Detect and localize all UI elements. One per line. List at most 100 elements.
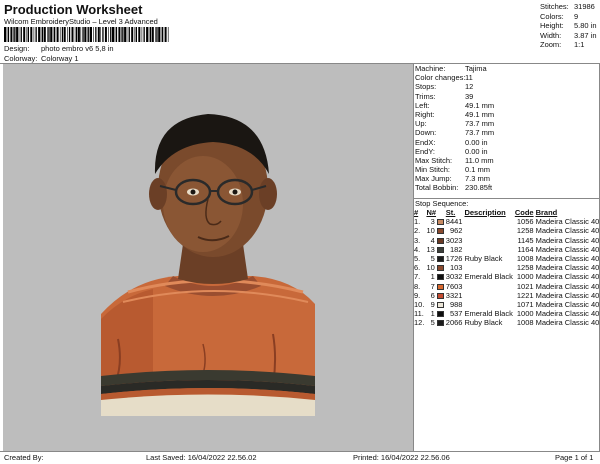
- stat-row: Zoom: 1:1: [540, 40, 600, 50]
- table-row: 4. 13 182 1164 Madeira Classic 40: [413, 245, 600, 254]
- info-value: 39: [465, 91, 474, 101]
- column-header: Code: [514, 208, 534, 217]
- stitch-count: 1726: [445, 254, 463, 264]
- thread-code: 1000: [516, 309, 534, 319]
- stop-number: 2.: [414, 226, 421, 236]
- stitch-count: 182: [449, 244, 463, 254]
- info-value: 73.7 mm: [465, 119, 495, 129]
- thread-description: Ruby Black: [464, 254, 503, 264]
- stop-number: 3.: [414, 235, 421, 245]
- thread-description: Emerald Black: [464, 272, 513, 282]
- table-row: 8. 7 7603 1021 Madeira Classic 40: [413, 282, 600, 291]
- needle-number: 10: [426, 226, 435, 236]
- thread-brand: Madeira Classic 40: [535, 263, 600, 273]
- stop-number: 1.: [414, 217, 421, 227]
- color-swatch: [436, 236, 445, 245]
- needle-number: 5: [430, 318, 435, 328]
- info-label: Up:: [415, 119, 427, 129]
- barcode-image: [4, 27, 169, 42]
- design-row: Design: photo embro v6 5,8 in: [4, 44, 304, 54]
- stat-value: 1:1: [574, 40, 585, 49]
- stop-number: 10.: [414, 300, 425, 310]
- info-value: 49.1 mm: [465, 109, 495, 119]
- info-label: Color changes:: [415, 73, 466, 83]
- thread-code: 1221: [516, 290, 534, 300]
- thread-code: 1008: [516, 318, 534, 328]
- table-row: 3. 4 3023 1145 Madeira Classic 40: [413, 236, 600, 245]
- info-value: Tajima: [465, 64, 487, 73]
- thread-brand: Madeira Classic 40: [535, 318, 600, 328]
- info-value: 11: [465, 73, 473, 83]
- thread-code: 1258: [516, 263, 534, 273]
- stat-label: Stitches:: [540, 2, 569, 11]
- stop-number: 4.: [414, 244, 421, 254]
- machine-info: Machine: Tajima Color changes: 11 Stops: 12 Tr…: [415, 64, 599, 193]
- needle-number: 4: [430, 235, 435, 245]
- thread-code: 1008: [516, 254, 534, 264]
- stop-number: 7.: [414, 272, 421, 282]
- column-header: Description: [464, 208, 506, 217]
- color-swatch: [436, 263, 445, 272]
- thread-brand: Madeira Classic 40: [535, 300, 600, 310]
- machine-info-row: Trims: 39: [415, 92, 599, 101]
- thread-code: 1258: [516, 226, 534, 236]
- machine-info-row: Down: 73.7 mm: [415, 128, 599, 137]
- thread-description: Emerald Black: [464, 309, 513, 319]
- table-row: 12. 5 2066 Ruby Black 1008 Madeira Classic 40: [413, 318, 600, 327]
- thread-brand: Madeira Classic 40: [535, 226, 600, 236]
- info-label: Down:: [415, 128, 437, 138]
- needle-number: 1: [430, 309, 435, 319]
- stat-row: Stitches: 31986: [540, 2, 600, 12]
- machine-info-row: Right: 49.1 mm: [415, 110, 599, 119]
- table-row: 9. 6 3321 1221 Madeira Classic 40: [413, 291, 600, 300]
- design-preview: [3, 64, 413, 451]
- stat-row: Height: 5.80 in: [540, 21, 600, 31]
- stat-label: Zoom:: [540, 40, 562, 49]
- stitch-count: 3321: [445, 290, 463, 300]
- machine-info-row: Up: 73.7 mm: [415, 119, 599, 128]
- color-swatch: [436, 254, 445, 263]
- thread-description: [463, 300, 513, 309]
- machine-info-row: EndX: 0.00 in: [415, 138, 599, 147]
- thread-description: Ruby Black: [464, 318, 503, 328]
- table-row: 5. 5 1726 Ruby Black 1008 Madeira Classic 40: [413, 254, 600, 263]
- created-by: Created By:: [4, 453, 44, 462]
- stitch-count: 8441: [445, 217, 463, 227]
- stop-number: 11.: [414, 309, 424, 319]
- design-label: Design:: [4, 44, 30, 53]
- stitch-count: 3032: [445, 272, 463, 282]
- info-value: 49.1 mm: [465, 100, 495, 110]
- machine-info-row: Left: 49.1 mm: [415, 101, 599, 110]
- color-swatch: [436, 226, 445, 235]
- machine-info-row: Total Bobbin: 230.85ft: [415, 183, 599, 192]
- info-label: Left:: [415, 100, 430, 110]
- info-label: Total Bobbin:: [415, 183, 459, 193]
- stat-row: Width: 3.87 in: [540, 31, 600, 41]
- machine-info-row: Min Stitch: 0.1 mm: [415, 165, 599, 174]
- stitch-count: 537: [449, 309, 463, 319]
- footer: Created By: Last Saved: 16/04/2022 22.56…: [0, 452, 600, 464]
- info-value: 0.1 mm: [465, 165, 491, 175]
- info-value: 230.85ft: [465, 183, 493, 193]
- table-row: 6. 10 103 1258 Madeira Classic 40: [413, 263, 600, 272]
- stitch-count: 103: [449, 263, 463, 273]
- column-header: Brand: [535, 208, 558, 217]
- stop-number: 8.: [414, 281, 421, 291]
- thread-description: [463, 263, 513, 272]
- page-number: Page 1 of 1: [555, 453, 594, 462]
- info-label: Machine:: [415, 64, 446, 73]
- info-label: Stops:: [415, 82, 437, 92]
- info-value: 11.0 mm: [465, 155, 494, 165]
- machine-info-row: Machine: Tajima: [415, 64, 599, 73]
- thread-brand: Madeira Classic 40: [535, 244, 600, 254]
- column-header: N#: [426, 208, 437, 217]
- thread-description: [463, 282, 513, 291]
- stat-value: 9: [574, 11, 579, 21]
- thread-code: 1164: [517, 244, 534, 254]
- stat-label: Width:: [540, 30, 562, 40]
- last-saved: Last Saved: 16/04/2022 22.56.02: [146, 453, 257, 462]
- thread-code: 1056: [516, 217, 534, 227]
- stop-sequence-label: Stop Sequence:: [415, 199, 469, 208]
- machine-info-row: Stops: 12: [415, 82, 599, 91]
- column-header: St.: [445, 208, 456, 217]
